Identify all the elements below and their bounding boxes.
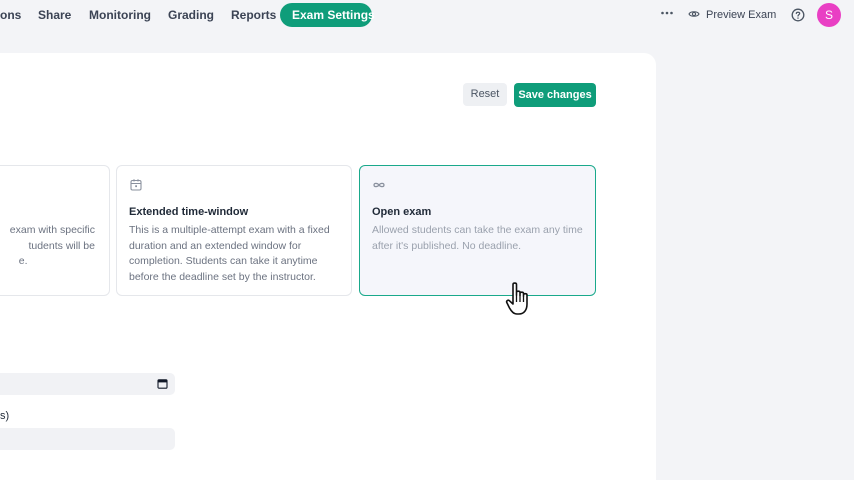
save-changes-button[interactable]: Save changes <box>514 83 596 107</box>
tab-reports[interactable]: Reports <box>231 3 276 27</box>
mode-card-open-exam[interactable]: Open exam Allowed students can take the … <box>359 165 596 296</box>
field-label: s) <box>0 410 10 422</box>
tab-grading[interactable]: Grading <box>168 3 214 27</box>
more-dots-icon[interactable] <box>658 6 676 24</box>
eye-icon <box>688 11 700 17</box>
calendar-icon[interactable] <box>157 378 168 389</box>
top-nav-bar: ons Share Monitoring Grading Reports Exa… <box>0 0 854 30</box>
mode-title: Extended time-window <box>129 206 249 218</box>
tab-exam-settings[interactable]: Exam Settings <box>280 3 375 27</box>
secondary-input[interactable] <box>0 428 175 450</box>
hand-pointer-icon <box>505 282 528 315</box>
preview-exam-label: Preview Exam <box>706 9 777 21</box>
date-input[interactable] <box>0 373 175 395</box>
mode-desc: exam with specific tudents will be e. <box>9 224 95 267</box>
infinity-icon <box>373 182 385 188</box>
preview-exam-button[interactable]: Preview Exam <box>688 6 776 24</box>
date-field[interactable] <box>0 373 175 395</box>
avatar[interactable]: S <box>817 3 841 27</box>
calendar-icon <box>130 179 142 191</box>
help-circle-icon[interactable] <box>791 8 805 22</box>
tab-questions[interactable]: ons <box>0 3 21 27</box>
mode-desc: This is a multiple-attempt exam with a f… <box>129 224 330 283</box>
exam-settings-card: Reset Save changes exam with specific tu… <box>0 53 656 480</box>
mode-card-extended-time-window[interactable]: Extended time-window This is a multiple-… <box>116 165 352 296</box>
mode-title: Open exam <box>372 206 432 218</box>
secondary-field[interactable] <box>0 428 175 450</box>
tab-monitoring[interactable]: Monitoring <box>89 3 151 27</box>
mode-desc: Allowed students can take the exam any t… <box>372 224 583 252</box>
mode-card-scheduled[interactable]: exam with specific tudents will be e. <box>0 165 110 296</box>
tab-share[interactable]: Share <box>38 3 71 27</box>
reset-button[interactable]: Reset <box>463 83 507 106</box>
